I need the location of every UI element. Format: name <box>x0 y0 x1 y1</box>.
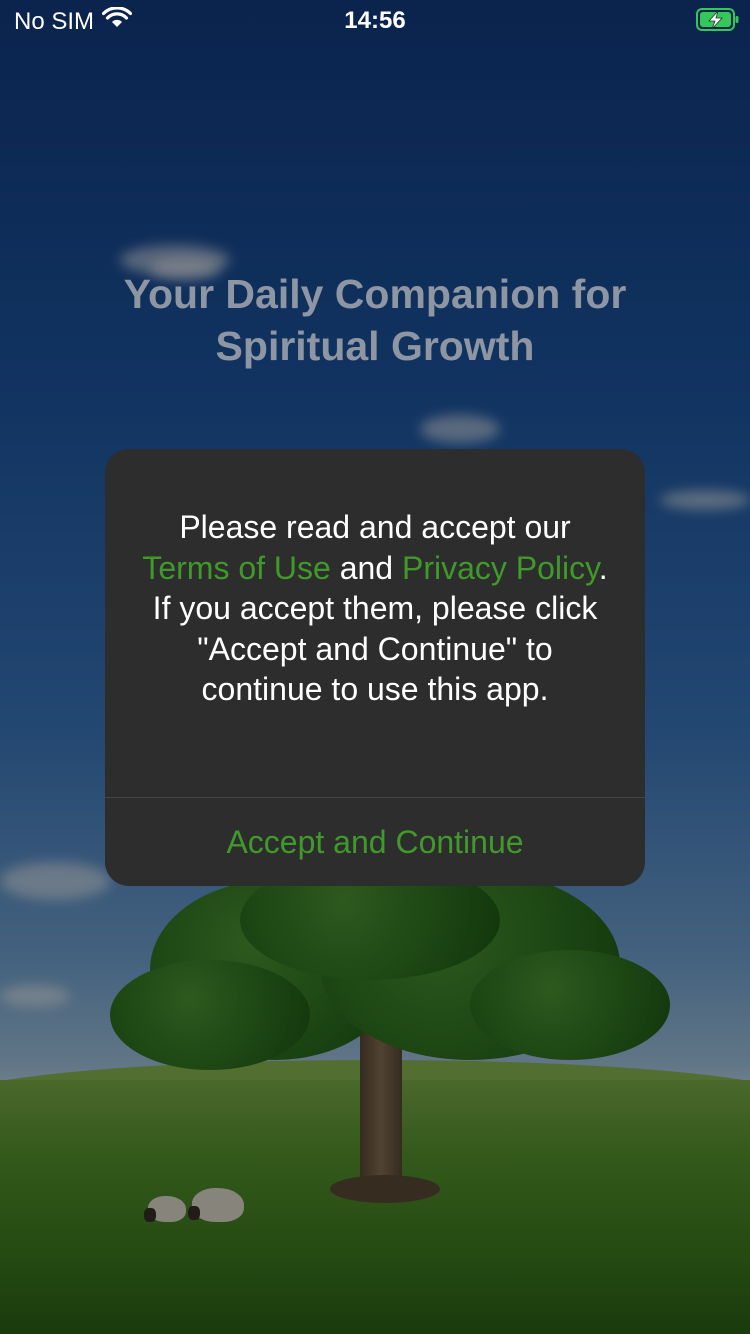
page-title: Your Daily Companion for Spiritual Growt… <box>60 268 690 372</box>
clock: 14:56 <box>344 7 406 34</box>
battery-charging-icon <box>696 8 739 31</box>
title-line-1: Your Daily Companion for <box>123 271 627 317</box>
terms-of-use-link[interactable]: Terms of Use <box>142 550 330 586</box>
message-text: Please read and accept our <box>179 509 571 545</box>
privacy-policy-link[interactable]: Privacy Policy <box>402 550 599 586</box>
alert-message: Please read and accept our Terms of Use … <box>139 507 611 710</box>
title-line-2: Spiritual Growth <box>215 323 535 369</box>
message-text: and <box>330 549 402 586</box>
status-bar: No SIM 14:56 <box>0 0 750 40</box>
terms-alert-dialog: Please read and accept our Terms of Use … <box>105 449 645 886</box>
accept-and-continue-button[interactable]: Accept and Continue <box>105 798 645 886</box>
app-screen: No SIM 14:56 Your Daily Companion for Sp… <box>0 0 750 1334</box>
